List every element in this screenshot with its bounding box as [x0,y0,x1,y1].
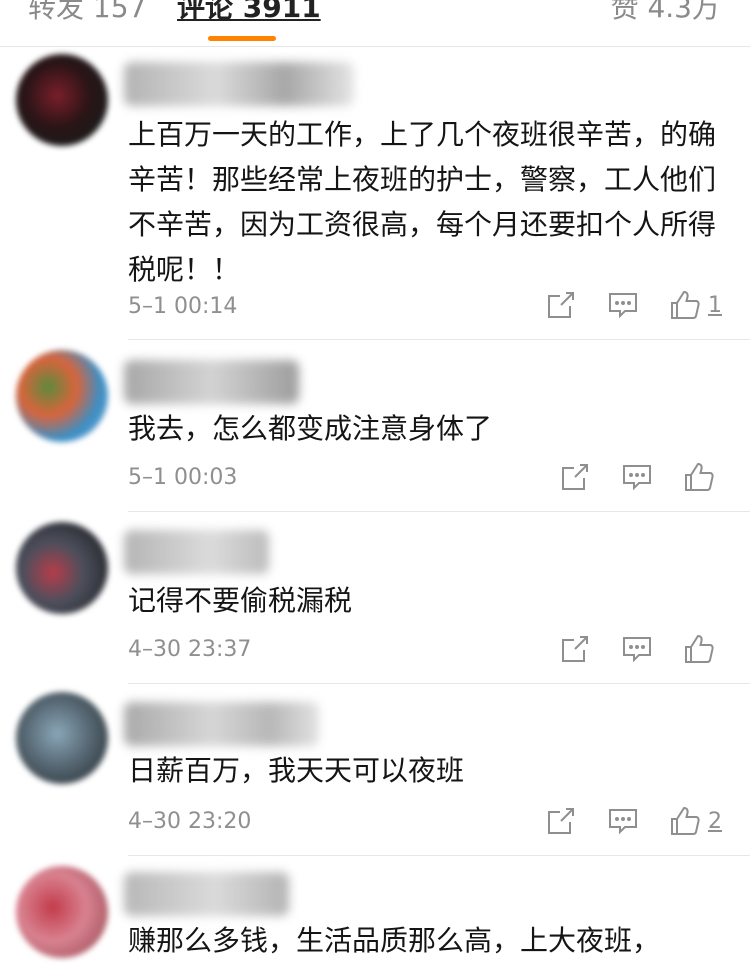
reply-icon [609,293,637,319]
share-icon [562,464,588,490]
thumbs-up-icon [685,462,714,491]
reply-button[interactable] [606,288,640,322]
avatar[interactable] [16,54,108,146]
reply-icon [623,465,651,491]
like-count: 2 [708,808,722,834]
reply-icon [609,809,637,835]
comment-actions [558,460,722,494]
share-icon [548,292,574,318]
comment-text: 上百万一天的工作，上了几个夜班很辛苦，的确辛苦！那些经常上夜班的护士，警察，工人… [128,118,717,286]
comment-time: 4–30 23:37 [128,637,252,662]
active-tab-indicator [208,36,276,41]
share-icon [548,808,574,834]
comment-item: 记得不要偷税漏税 4–30 23:37 [0,512,750,684]
share-button[interactable] [544,288,578,322]
username[interactable] [124,62,354,106]
like-button[interactable]: 2 [668,804,722,838]
comment-text: 日薪百万，我天天可以夜班 [128,754,465,787]
like-button[interactable] [682,632,722,666]
comment-item: 赚那么多钱，生活品质那么高，上大夜班， [0,856,750,962]
thumbs-up-icon [685,634,714,663]
tab-likes[interactable]: 赞 4.3万 [611,0,720,28]
comment-time: 5–1 00:03 [128,465,238,490]
comment-text: 赚那么多钱，生活品质那么高，上大夜班， [128,924,661,957]
username[interactable] [124,702,319,746]
comment-time: 4–30 23:20 [128,809,252,834]
avatar[interactable] [16,522,108,614]
reply-button[interactable] [606,804,640,838]
comment-text: 我去，怎么都变成注意身体了 [128,412,493,445]
username[interactable] [124,872,289,916]
comment-text: 记得不要偷税漏税 [128,584,353,617]
comment-item: 日薪百万，我天天可以夜班 4–30 23:20 2 [0,684,750,856]
tab-repost[interactable]: 转发 157 [28,0,146,28]
comment-actions: 2 [544,804,722,838]
share-button[interactable] [558,632,592,666]
comment-item: 上百万一天的工作，上了几个夜班很辛苦，的确辛苦！那些经常上夜班的护士，警察，工人… [0,48,750,340]
tab-bar: 转发 157 评论 3911 赞 4.3万 [0,0,750,47]
avatar[interactable] [16,350,108,442]
avatar[interactable] [16,866,108,958]
username[interactable] [124,530,269,574]
username[interactable] [124,360,299,404]
reply-icon [623,637,651,663]
comment-actions: 1 [544,288,722,322]
thumbs-up-icon [671,806,700,835]
tab-comments[interactable]: 评论 3911 [177,0,321,28]
comment-actions [558,632,722,666]
avatar[interactable] [16,692,108,784]
thumbs-up-icon [671,290,700,319]
reply-button[interactable] [620,460,654,494]
like-button[interactable]: 1 [668,288,722,322]
share-button[interactable] [558,460,592,494]
comment-time: 5–1 00:14 [128,294,238,319]
like-count: 1 [708,292,722,318]
comment-item: 我去，怎么都变成注意身体了 5–1 00:03 [0,340,750,512]
share-icon [562,636,588,662]
share-button[interactable] [544,804,578,838]
like-button[interactable] [682,460,722,494]
reply-button[interactable] [620,632,654,666]
